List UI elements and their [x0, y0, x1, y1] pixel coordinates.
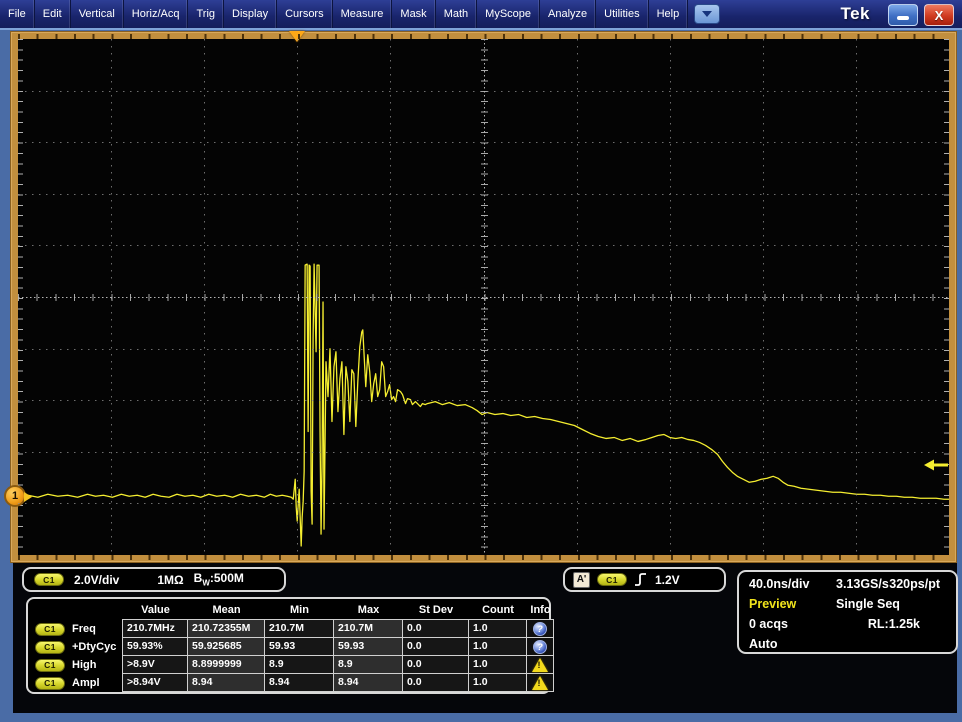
measurement-row-ampl: C1 Ampl >8.94V 8.94 8.94 8.94 0.0 1.0 [30, 674, 549, 692]
menu-item-edit[interactable]: Edit [35, 0, 71, 28]
menu-item-measure[interactable]: Measure [333, 0, 393, 28]
measurement-row-freq: C1 Freq 210.7MHz 210.72355M 210.7M 210.7… [30, 620, 549, 638]
menu-item-help[interactable]: Help [649, 0, 689, 28]
gridline-horizontal [18, 400, 949, 401]
measurement-label: C1 Ampl [30, 674, 123, 692]
measurement-label: C1 High [30, 656, 123, 674]
channel1-badge: C1 [35, 623, 65, 636]
channel1-badge: C1 [35, 677, 65, 690]
header-value: Value [123, 601, 188, 620]
info-cell[interactable] [526, 655, 554, 674]
gridline-horizontal [18, 452, 949, 453]
measurement-label: C1 Freq [30, 620, 123, 638]
warning-icon[interactable] [532, 676, 548, 690]
chevron-down-icon [702, 11, 712, 17]
channel1-badge: C1 [35, 641, 65, 654]
info-cell[interactable] [526, 673, 554, 692]
minimize-icon [897, 16, 909, 20]
resolution-value: 320ps/pt [889, 577, 940, 591]
trigger-channel-badge: C1 [597, 573, 627, 586]
bandwidth-value: BW:500M [194, 571, 244, 587]
horizontal-readout[interactable]: 40.0ns/div 3.13GS/s 320ps/pt Preview Sin… [737, 570, 958, 654]
measurement-row-dutycycle: C1 +DtyCyc 59.93% 59.925685 59.93 59.93 … [30, 638, 549, 656]
channel1-readout[interactable]: C1 2.0V/div 1MΩ BW:500M [22, 567, 286, 592]
trigger-level-value: 1.2V [655, 573, 680, 587]
trigger-source-badge: A' [573, 572, 590, 588]
menu-item-vertical[interactable]: Vertical [71, 0, 124, 28]
header-min: Min [265, 601, 334, 620]
horizontal-row-1: 40.0ns/div 3.13GS/s 320ps/pt [739, 577, 956, 597]
gridline-horizontal [18, 91, 949, 92]
sample-rate-value: 3.13GS/s [836, 577, 889, 591]
menu-item-math[interactable]: Math [436, 0, 477, 28]
menu-item-utilities[interactable]: Utilities [596, 0, 648, 28]
menu-item-trig[interactable]: Trig [188, 0, 224, 28]
record-length-value: RL:1.25k [868, 617, 920, 631]
header-count: Count [469, 601, 527, 620]
trigger-readout[interactable]: A' C1 1.2V [563, 567, 726, 592]
trigger-level-arrow[interactable] [924, 458, 948, 472]
menu-item-cursors[interactable]: Cursors [277, 0, 333, 28]
menu-bar: File Edit Vertical Horiz/Acq Trig Displa… [0, 0, 962, 30]
input-impedance-value: 1MΩ [157, 573, 183, 587]
header-info: Info [527, 601, 554, 620]
preview-state-label: Preview [749, 597, 796, 611]
vertical-scale-value: 2.0V/div [74, 573, 119, 587]
gridline-horizontal [18, 142, 949, 143]
measurement-row-high: C1 High >8.9V 8.8999999 8.9 8.9 0.0 1.0 [30, 656, 549, 674]
oscilloscope-app: { "titlebar": { "menu": ["File","Edit","… [0, 0, 962, 722]
bottom-edge-ticks [18, 555, 949, 560]
horizontal-row-4: Auto [739, 637, 956, 657]
center-horizontal-ticks [18, 294, 949, 301]
measurement-header-row: Value Mean Min Max St Dev Count Info [30, 601, 549, 620]
gridline-horizontal [18, 194, 949, 195]
menu-item-mask[interactable]: Mask [392, 0, 435, 28]
menu-item-horiz-acq[interactable]: Horiz/Acq [124, 0, 189, 28]
header-stdev: St Dev [403, 601, 469, 620]
readout-panel: C1 2.0V/div 1MΩ BW:500M A' C1 1.2V 40.0n… [13, 563, 957, 713]
trigger-mode-label: Auto [749, 637, 777, 651]
channel1-badge: C1 [35, 659, 65, 672]
acq-mode-label: Single Seq [836, 597, 900, 611]
info-cell[interactable]: ? [526, 619, 554, 638]
gridline-horizontal [18, 245, 949, 246]
rising-edge-icon [634, 571, 648, 588]
measurement-label: C1 +DtyCyc [30, 638, 123, 656]
minimize-button[interactable] [888, 4, 918, 26]
horizontal-row-3: 0 acqs RL:1.25k [739, 617, 956, 637]
measurement-table: Value Mean Min Max St Dev Count Info C1 … [26, 597, 551, 694]
warning-icon[interactable] [532, 658, 548, 672]
close-button[interactable]: X [924, 4, 954, 26]
timebase-value: 40.0ns/div [749, 577, 809, 591]
help-icon[interactable]: ? [533, 622, 547, 636]
menu-item-display[interactable]: Display [224, 0, 277, 28]
acquisitions-count: 0 acqs [749, 617, 788, 631]
gridline-horizontal [18, 503, 949, 504]
header-spacer [30, 601, 123, 620]
info-cell[interactable]: ? [526, 637, 554, 656]
menu-overflow-button[interactable] [694, 4, 720, 24]
graticule-frame: 1 [10, 31, 957, 563]
header-max: Max [334, 601, 403, 620]
menu-item-myscope[interactable]: MyScope [477, 0, 540, 28]
header-mean: Mean [188, 601, 265, 620]
gridline-horizontal [18, 349, 949, 350]
menu-item-file[interactable]: File [0, 0, 35, 28]
graticule[interactable]: 1 [18, 39, 949, 555]
top-edge-ticks [18, 34, 949, 39]
tek-logo: Tek [840, 4, 870, 24]
horizontal-row-2: Preview Single Seq [739, 597, 956, 617]
menu-item-analyze[interactable]: Analyze [540, 0, 596, 28]
help-icon[interactable]: ? [533, 640, 547, 654]
channel1-badge[interactable]: C1 [34, 573, 64, 586]
